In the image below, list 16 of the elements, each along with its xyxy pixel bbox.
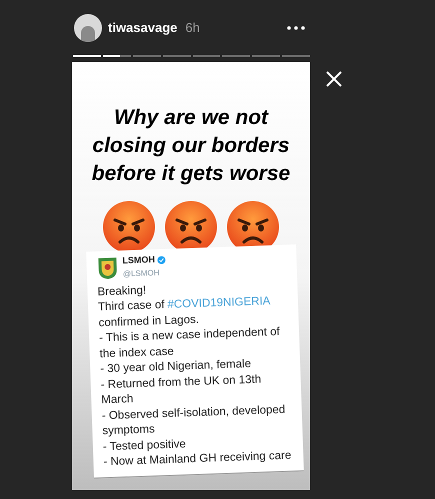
tweet-text-line: - This is a new case independent of bbox=[98, 326, 281, 346]
close-icon[interactable] bbox=[326, 71, 342, 87]
headline: Why are we not closing our borders before it gets worse bbox=[90, 105, 292, 187]
tweet-text-line: - 30 year old Nigerian, female bbox=[100, 358, 252, 376]
tweet-text-line: Third case of bbox=[98, 298, 165, 316]
account-name: LSMOH bbox=[122, 253, 156, 268]
more-icon[interactable] bbox=[287, 26, 305, 30]
account-handle: @LSMOH bbox=[122, 266, 161, 280]
tweet-text-line: the index case bbox=[99, 344, 176, 360]
tweet-text-line: Breaking! bbox=[97, 283, 148, 300]
tweet-text-line: - Returned from the UK on 13th bbox=[100, 373, 262, 393]
avatar[interactable] bbox=[74, 14, 102, 42]
username[interactable]: tiwasavage bbox=[108, 18, 178, 38]
tweet-text-line: symptoms bbox=[102, 422, 156, 440]
crest-icon bbox=[96, 255, 120, 280]
post-time: 6h bbox=[185, 19, 200, 38]
